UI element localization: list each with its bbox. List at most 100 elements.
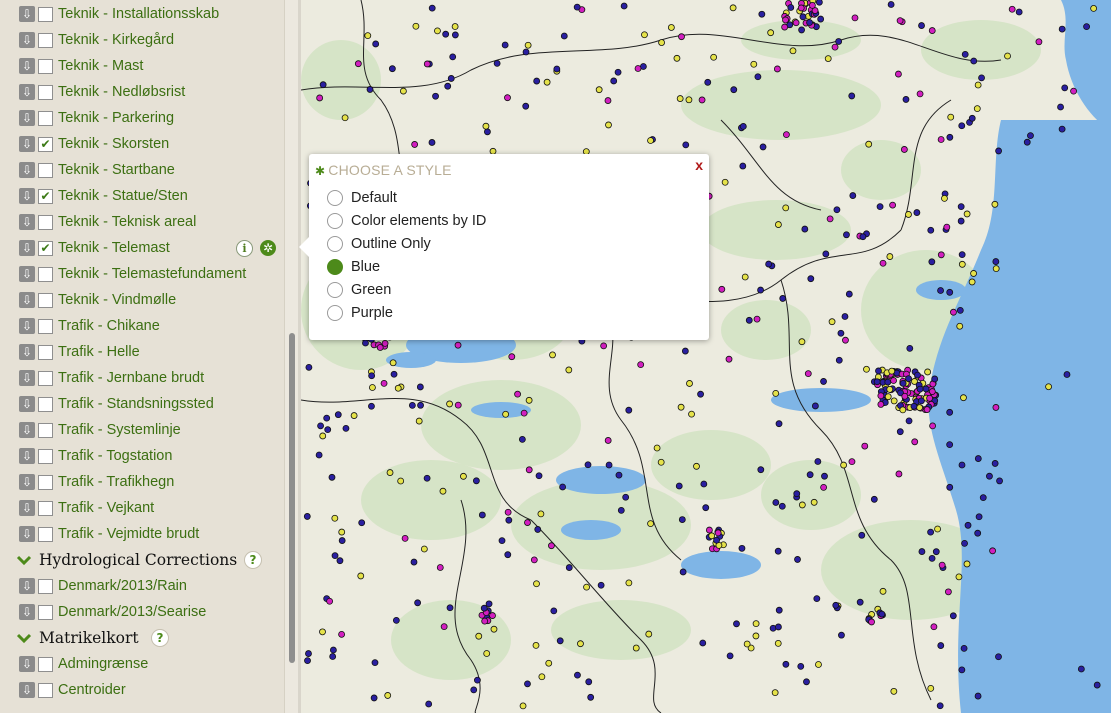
scrollbar-thumb[interactable] (289, 333, 295, 663)
layer-label[interactable]: Trafik - Jernbane brudt (58, 370, 204, 386)
download-arrow-icon[interactable]: ⇩ (19, 448, 35, 464)
radio-button[interactable] (327, 213, 343, 229)
layer-label[interactable]: Trafik - Helle (58, 344, 140, 360)
style-option[interactable]: Green (327, 279, 391, 301)
layer-checkbox[interactable] (38, 110, 53, 126)
download-arrow-icon[interactable]: ⇩ (19, 604, 35, 620)
layer-checkbox[interactable] (38, 422, 53, 438)
radio-button[interactable] (327, 236, 343, 252)
style-option[interactable]: Outline Only (327, 233, 431, 255)
layer-checkbox[interactable] (38, 292, 53, 308)
layer-checkbox[interactable] (38, 474, 53, 490)
layer-label[interactable]: Denmark/2013/Searise (58, 604, 206, 620)
layer-checkbox[interactable] (38, 448, 53, 464)
download-arrow-icon[interactable]: ⇩ (19, 136, 35, 152)
download-arrow-icon[interactable]: ⇩ (19, 84, 35, 100)
layer-checkbox[interactable] (38, 656, 53, 672)
download-arrow-icon[interactable]: ⇩ (19, 188, 35, 204)
layer-checkbox[interactable] (38, 58, 53, 74)
layer-checkbox[interactable] (38, 32, 53, 48)
download-arrow-icon[interactable]: ⇩ (19, 344, 35, 360)
radio-button[interactable] (327, 190, 343, 206)
download-arrow-icon[interactable]: ⇩ (19, 58, 35, 74)
layer-label[interactable]: Teknik - Mast (58, 58, 143, 74)
layer-checkbox[interactable] (38, 578, 53, 594)
download-arrow-icon[interactable]: ⇩ (19, 396, 35, 412)
layer-checkbox[interactable] (38, 318, 53, 334)
layer-checkbox[interactable] (38, 370, 53, 386)
question-icon[interactable]: ? (244, 551, 262, 569)
layer-label[interactable]: Denmark/2013/Rain (58, 578, 187, 594)
download-arrow-icon[interactable]: ⇩ (19, 370, 35, 386)
layer-label[interactable]: Trafik - Togstation (58, 448, 172, 464)
layer-label[interactable]: Teknik - Skorsten (58, 136, 169, 152)
style-option-label[interactable]: Outline Only (351, 236, 431, 252)
style-option[interactable]: Purple (327, 302, 393, 324)
download-arrow-icon[interactable]: ⇩ (19, 292, 35, 308)
layer-checkbox[interactable] (38, 604, 53, 620)
layer-checkbox[interactable] (38, 682, 53, 698)
style-option[interactable]: Default (327, 187, 397, 209)
layer-label[interactable]: Admingrænse (58, 656, 148, 672)
style-option-label[interactable]: Blue (351, 259, 380, 275)
layer-checkbox[interactable]: ✔ (38, 188, 53, 204)
radio-button[interactable] (327, 305, 343, 321)
radio-button[interactable] (327, 282, 343, 298)
download-arrow-icon[interactable]: ⇩ (19, 6, 35, 22)
download-arrow-icon[interactable]: ⇩ (19, 682, 35, 698)
layer-checkbox[interactable] (38, 162, 53, 178)
download-arrow-icon[interactable]: ⇩ (19, 32, 35, 48)
style-option[interactable]: Color elements by ID (327, 210, 486, 232)
layer-label[interactable]: Teknik - Telemast (58, 240, 170, 256)
map-view[interactable] (301, 0, 1111, 713)
style-option-label[interactable]: Green (351, 282, 391, 298)
layer-label[interactable]: Trafik - Trafikhegn (58, 474, 174, 490)
layer-label[interactable]: Trafik - Chikane (58, 318, 160, 334)
download-arrow-icon[interactable]: ⇩ (19, 110, 35, 126)
sidebar-scrollbar[interactable] (284, 0, 299, 713)
group-header[interactable]: Hydrological Corrections? (0, 547, 284, 573)
style-option-label[interactable]: Default (351, 190, 397, 206)
download-arrow-icon[interactable]: ⇩ (19, 656, 35, 672)
layer-checkbox[interactable]: ✔ (38, 240, 53, 256)
layer-label[interactable]: Teknik - Vindmølle (58, 292, 176, 308)
layer-checkbox[interactable] (38, 344, 53, 360)
download-arrow-icon[interactable]: ⇩ (19, 266, 35, 282)
layer-label[interactable]: Teknik - Teknisk areal (58, 214, 196, 230)
download-arrow-icon[interactable]: ⇩ (19, 162, 35, 178)
download-arrow-icon[interactable]: ⇩ (19, 578, 35, 594)
radio-button[interactable] (327, 259, 343, 275)
layer-checkbox[interactable] (38, 396, 53, 412)
layer-label[interactable]: Trafik - Systemlinje (58, 422, 181, 438)
info-icon[interactable]: i (236, 239, 253, 257)
style-option[interactable]: Blue (327, 256, 380, 278)
layer-label[interactable]: Trafik - Vejmidte brudt (58, 526, 199, 542)
layer-label[interactable]: Teknik - Telemastefundament (58, 266, 246, 282)
layer-label[interactable]: Trafik - Standsningssted (58, 396, 214, 412)
chevron-down-icon[interactable] (16, 630, 32, 646)
download-arrow-icon[interactable]: ⇩ (19, 318, 35, 334)
layer-checkbox[interactable] (38, 6, 53, 22)
layer-label[interactable]: Teknik - Kirkegård (58, 32, 174, 48)
layer-label[interactable]: Teknik - Startbane (58, 162, 175, 178)
gear-icon[interactable]: ✲ (260, 240, 276, 256)
layer-label[interactable]: Teknik - Installationsskab (58, 6, 219, 22)
style-option-label[interactable]: Color elements by ID (351, 213, 486, 229)
map-canvas[interactable] (301, 0, 1111, 713)
layer-checkbox[interactable] (38, 84, 53, 100)
layer-label[interactable]: Teknik - Nedløbsrist (58, 84, 185, 100)
layer-checkbox[interactable] (38, 526, 53, 542)
download-arrow-icon[interactable]: ⇩ (19, 214, 35, 230)
group-header[interactable]: Matrikelkort? (0, 625, 284, 651)
layer-label[interactable]: Trafik - Vejkant (58, 500, 154, 516)
chevron-down-icon[interactable] (16, 552, 32, 568)
download-arrow-icon[interactable]: ⇩ (19, 500, 35, 516)
layer-label[interactable]: Teknik - Statue/Sten (58, 188, 188, 204)
download-arrow-icon[interactable]: ⇩ (19, 526, 35, 542)
layer-checkbox[interactable] (38, 214, 53, 230)
layer-label[interactable]: Centroider (58, 682, 126, 698)
download-arrow-icon[interactable]: ⇩ (19, 422, 35, 438)
style-option-label[interactable]: Purple (351, 305, 393, 321)
layer-checkbox[interactable] (38, 500, 53, 516)
close-button[interactable]: x (695, 157, 703, 173)
